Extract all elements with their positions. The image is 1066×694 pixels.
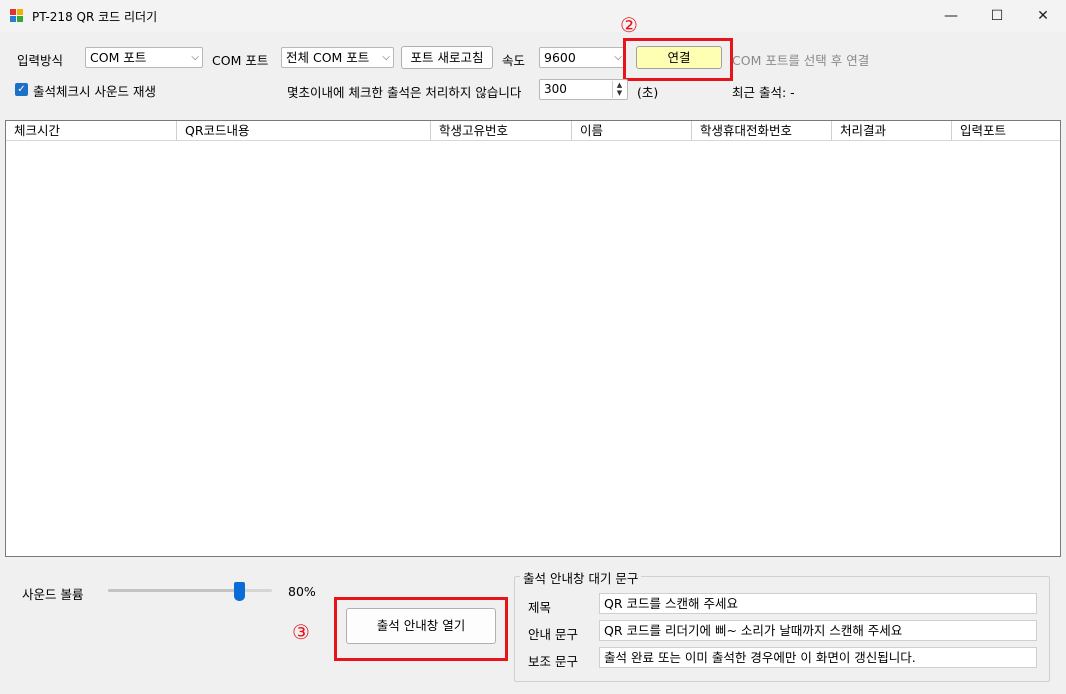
attendance-grid[interactable]: 체크시간 QR코드내용 학생고유번호 이름 학생휴대전화번호 처리결과 입력포트 xyxy=(5,120,1061,557)
window-title: PT-218 QR 코드 리더기 xyxy=(32,10,158,24)
volume-percent: 80% xyxy=(288,584,316,599)
volume-slider-thumb[interactable] xyxy=(233,582,245,601)
speed-label: 속도 xyxy=(502,53,526,68)
open-attendance-window-button[interactable]: 출석 안내창 열기 xyxy=(346,608,496,644)
title-field[interactable]: QR 코드를 스캔해 주세요 xyxy=(599,593,1037,614)
seconds-unit-label: (초) xyxy=(637,85,659,100)
com-port-select[interactable]: 전체 COM 포트 ⌵ xyxy=(281,47,394,68)
column-input-port[interactable]: 입력포트 xyxy=(952,121,1060,141)
waiting-message-group-title: 출석 안내창 대기 문구 xyxy=(520,568,642,587)
column-qr-content[interactable]: QR코드내용 xyxy=(177,121,431,141)
connect-button[interactable]: 연결 xyxy=(636,46,722,69)
input-method-label: 입력방식 xyxy=(17,53,64,68)
column-student-id[interactable]: 학생고유번호 xyxy=(431,121,572,141)
aux-field-label: 보조 문구 xyxy=(528,654,578,669)
chevron-down-icon: ⌵ xyxy=(382,52,390,63)
aux-field[interactable]: 출석 완료 또는 이미 출석한 경우에만 이 화면이 갱신됩니다. xyxy=(599,647,1037,668)
annotation-marker-2: ② xyxy=(620,13,638,37)
close-button[interactable]: ✕ xyxy=(1020,0,1066,32)
chevron-down-icon: ⌵ xyxy=(614,52,622,63)
column-result[interactable]: 처리결과 xyxy=(832,121,952,141)
connection-status: COM 포트를 선택 후 연결 xyxy=(732,53,870,68)
column-check-time[interactable]: 체크시간 xyxy=(6,121,177,141)
annotation-marker-3: ③ xyxy=(292,620,310,644)
minimize-button[interactable]: — xyxy=(928,0,974,32)
maximize-button[interactable]: ☐ xyxy=(974,0,1020,32)
title-bar xyxy=(0,0,1066,32)
refresh-ports-button[interactable]: 포트 새로고침 xyxy=(401,46,493,69)
title-field-label: 제목 xyxy=(528,600,552,615)
ignore-seconds-value: 300 xyxy=(544,82,567,96)
sound-checkbox[interactable]: ✓ xyxy=(15,83,28,96)
chevron-down-icon: ⌵ xyxy=(191,52,199,63)
volume-slider-fill xyxy=(108,589,240,592)
guide-field-label: 안내 문구 xyxy=(528,627,578,642)
app-icon xyxy=(10,9,24,23)
volume-label: 사운드 볼륨 xyxy=(22,587,84,602)
guide-field[interactable]: QR 코드를 리더기에 삐~ 소리가 날때까지 스캔해 주세요 xyxy=(599,620,1037,641)
input-method-value: COM 포트 xyxy=(90,50,147,65)
input-method-select[interactable]: COM 포트 ⌵ xyxy=(85,47,203,68)
speed-value: 9600 xyxy=(544,50,576,65)
spin-arrows-icon[interactable]: ▲ ▼ xyxy=(612,81,626,98)
com-port-label: COM 포트 xyxy=(212,53,269,68)
grid-header: 체크시간 QR코드내용 학생고유번호 이름 학생휴대전화번호 처리결과 입력포트 xyxy=(6,121,1060,141)
ignore-seconds-stepper[interactable]: 300 ▲ ▼ xyxy=(539,79,628,100)
sound-checkbox-label: 출석체크시 사운드 재생 xyxy=(33,84,156,99)
recent-attendance: 최근 출석: - xyxy=(732,85,795,100)
ignore-interval-label: 몇초이내에 체크한 출석은 처리하지 않습니다 xyxy=(287,85,522,100)
column-name[interactable]: 이름 xyxy=(572,121,692,141)
column-phone[interactable]: 학생휴대전화번호 xyxy=(692,121,832,141)
speed-select[interactable]: 9600 ⌵ xyxy=(539,47,626,68)
com-port-value: 전체 COM 포트 xyxy=(286,50,370,65)
